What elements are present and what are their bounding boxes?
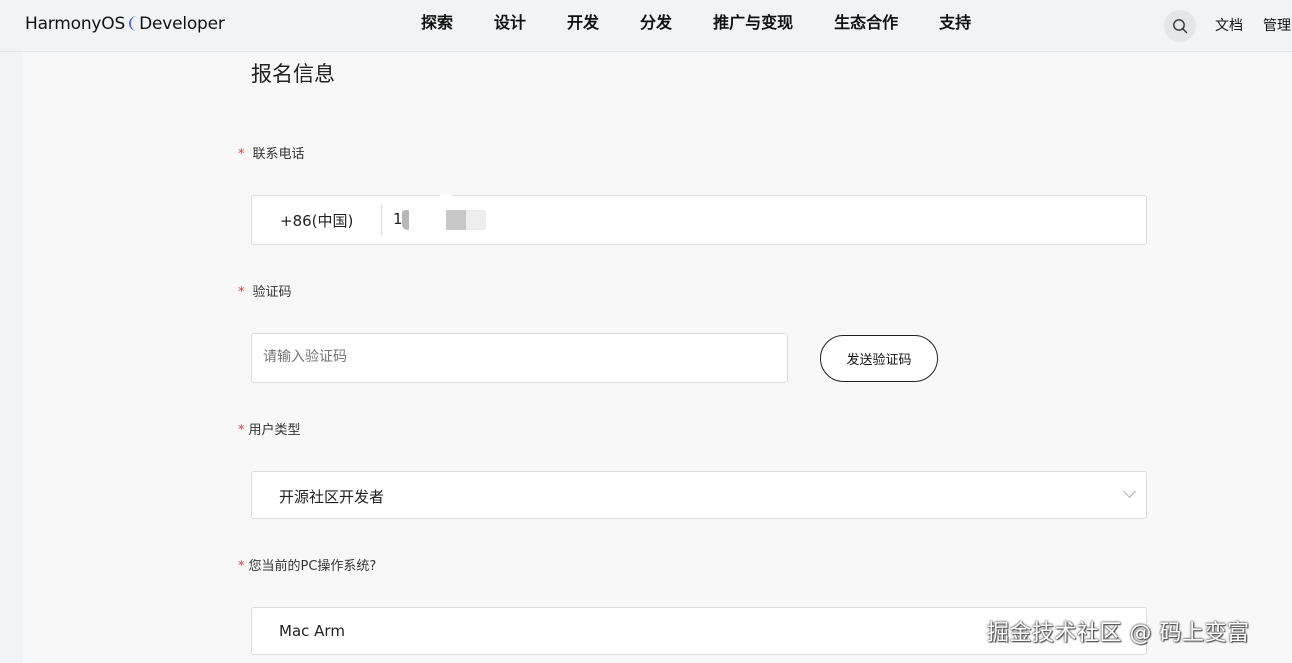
redaction-mask — [402, 210, 409, 230]
redaction-mask — [466, 210, 486, 230]
nav-item-promote[interactable]: 推广与变现 — [713, 12, 793, 34]
required-mark: * — [238, 147, 245, 162]
chevron-down-icon — [1123, 485, 1136, 498]
redaction-mask — [446, 210, 466, 230]
watermark: 掘金技术社区 @ 码上变富 — [987, 621, 1250, 646]
country-code-select[interactable]: +86(中国) — [280, 210, 353, 231]
send-code-button[interactable]: 发送验证码 — [820, 335, 938, 382]
user-type-value: 开源社区开发者 — [279, 488, 385, 506]
docs-link[interactable]: 文档 — [1215, 15, 1243, 35]
required-mark: * — [238, 285, 245, 300]
phone-divider — [381, 205, 382, 235]
redaction-mask — [440, 194, 452, 200]
search-icon — [1173, 19, 1188, 34]
site-logo[interactable]: HarmonyOS Developer — [25, 14, 225, 34]
nav-item-develop[interactable]: 开发 — [567, 12, 599, 34]
phone-label: * 联系电话 — [238, 143, 305, 162]
nav-item-distribute[interactable]: 分发 — [640, 12, 672, 34]
code-input[interactable] — [263, 349, 763, 365]
user-type-label: * 用户类型 — [238, 419, 301, 438]
nav-item-support[interactable]: 支持 — [939, 12, 971, 34]
nav-item-explore[interactable]: 探索 — [421, 12, 453, 34]
code-field — [251, 333, 788, 383]
logo-mark-icon — [129, 16, 139, 31]
manage-link[interactable]: 管理 — [1263, 15, 1291, 35]
required-mark: * — [238, 559, 245, 574]
main-nav: 探索 设计 开发 分发 推广与变现 生态合作 支持 — [421, 12, 1012, 34]
logo-text-harmonyos: HarmonyOS — [25, 14, 126, 34]
section-title: 报名信息 — [251, 62, 335, 86]
os-label-text: 您当前的PC操作系统? — [248, 559, 377, 574]
os-value: Mac Arm — [279, 622, 345, 640]
logo-text-developer: Developer — [139, 14, 225, 34]
left-gutter — [0, 53, 23, 663]
phone-label-text: 联系电话 — [252, 147, 305, 162]
user-type-select[interactable]: 开源社区开发者 — [251, 471, 1147, 519]
phone-field: +86(中国) 1 — [251, 194, 1147, 245]
user-type-label-text: 用户类型 — [248, 423, 301, 438]
required-mark: * — [238, 423, 245, 438]
search-button[interactable] — [1164, 10, 1196, 42]
code-label: * 验证码 — [238, 281, 292, 300]
code-label-text: 验证码 — [252, 285, 292, 300]
top-header: HarmonyOS Developer 探索 设计 开发 分发 推广与变现 生态合… — [0, 0, 1292, 52]
nav-item-design[interactable]: 设计 — [494, 12, 526, 34]
nav-item-ecosystem[interactable]: 生态合作 — [834, 12, 898, 34]
os-label: * 您当前的PC操作系统? — [238, 555, 376, 574]
